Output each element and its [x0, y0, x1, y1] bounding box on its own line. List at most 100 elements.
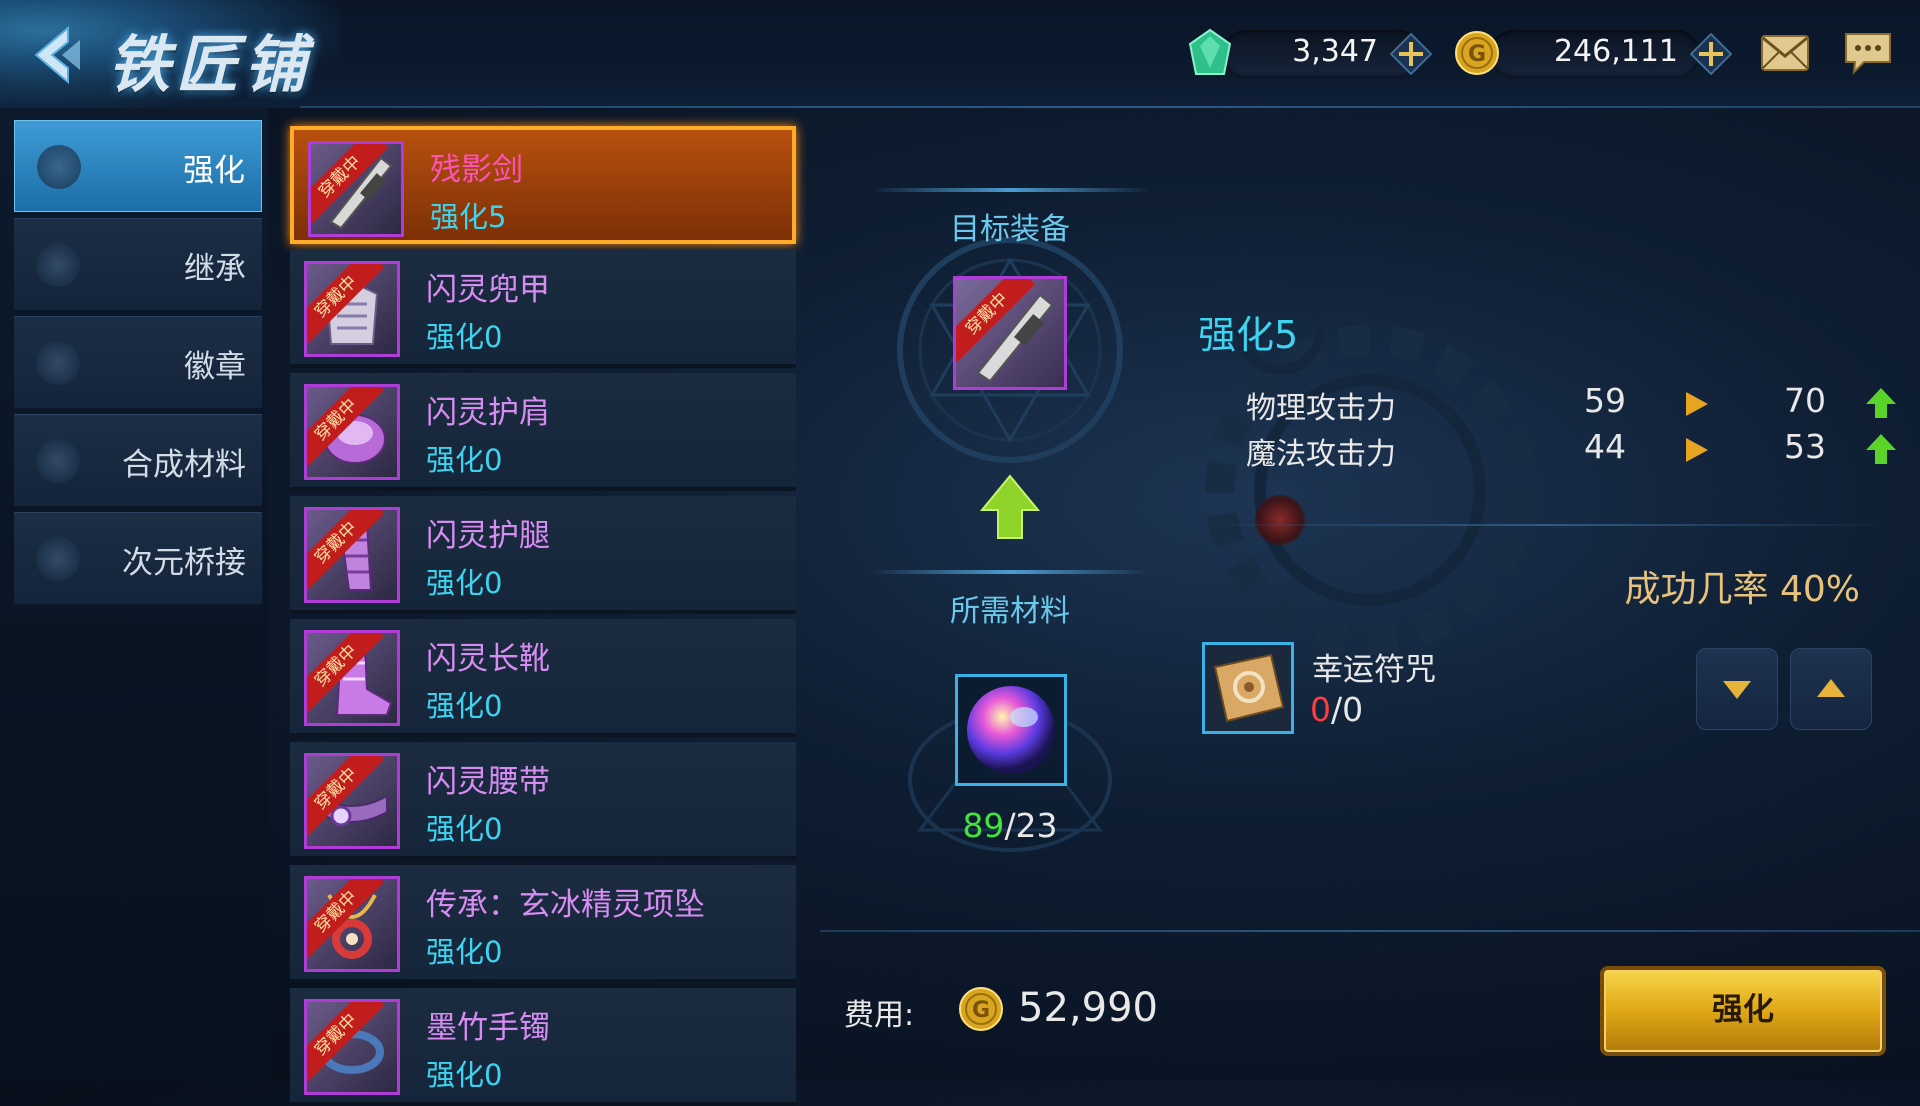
enhance-orb-icon	[967, 686, 1055, 774]
svg-text:G: G	[1468, 42, 1486, 67]
item-name: 闪灵护肩	[426, 395, 550, 431]
item-level: 强化0	[426, 1058, 503, 1092]
stat-next: 70	[1784, 381, 1826, 420]
leg-guard-icon: 穿戴中	[304, 507, 400, 603]
page-title: 铁匠铺	[108, 28, 313, 101]
charm-total: /0	[1331, 690, 1364, 729]
boots-icon: 穿戴中	[304, 630, 400, 726]
equipment-item[interactable]: 穿戴中 闪灵兜甲 强化0	[290, 250, 796, 368]
target-level: 强化5	[1198, 313, 1299, 357]
lucky-charm-icon	[1213, 653, 1285, 723]
equipment-item[interactable]: 穿戴中 墨竹手镯 强化0	[290, 988, 796, 1106]
tab-badge[interactable]: 徽章	[14, 316, 262, 408]
tab-inherit[interactable]: 继承	[14, 218, 262, 310]
section-divider	[870, 570, 1150, 574]
material-count: 89/23	[940, 806, 1080, 845]
item-name: 传承：玄冰精灵项坠	[426, 887, 705, 923]
mail-icon[interactable]	[1760, 34, 1810, 72]
cost-value: 52,990	[1018, 985, 1158, 1031]
enhance-tab-icon	[37, 145, 81, 189]
add-gems-button[interactable]	[1390, 33, 1432, 75]
triangle-down-icon	[1723, 681, 1751, 699]
item-level: 强化0	[426, 689, 503, 723]
stat-label: 物理攻击力	[1246, 391, 1396, 426]
enhance-button[interactable]: 强化	[1600, 966, 1886, 1056]
item-name: 闪灵护腿	[426, 518, 550, 554]
gold-amount: 246,111	[1553, 34, 1678, 69]
materials-tab-icon	[36, 439, 80, 483]
charm-used: 0	[1310, 690, 1331, 729]
gold-coin-icon: G	[959, 987, 1003, 1031]
header-divider	[300, 106, 1920, 108]
item-name: 闪灵兜甲	[426, 272, 550, 308]
decrease-charm-button[interactable]	[1696, 648, 1778, 730]
cost-label: 费用:	[844, 998, 915, 1033]
item-level: 强化0	[426, 812, 503, 846]
sword-icon: 穿戴中	[308, 141, 404, 237]
material-required: /23	[1004, 806, 1058, 845]
item-level: 强化0	[426, 566, 503, 600]
success-label: 成功几率	[1624, 569, 1769, 610]
stats-divider	[1196, 524, 1896, 526]
arrow-right-icon	[1686, 392, 1708, 416]
equipment-item[interactable]: 穿戴中 闪灵护腿 强化0	[290, 496, 796, 614]
section-divider	[870, 188, 1150, 192]
item-name: 残影剑	[430, 152, 523, 188]
add-gold-button[interactable]	[1690, 33, 1732, 75]
equipment-item[interactable]: 穿戴中 闪灵护肩 强化0	[290, 373, 796, 491]
tab-label: 徽章	[184, 349, 246, 385]
badge-tab-icon	[36, 341, 80, 385]
necklace-icon: 穿戴中	[304, 876, 400, 972]
equipment-item[interactable]: 穿戴中 残影剑 强化5	[290, 126, 796, 244]
gem-amount: 3,347	[1292, 34, 1378, 69]
stat-current: 44	[1584, 427, 1626, 466]
material-owned: 89	[962, 806, 1005, 845]
target-equipment-slot[interactable]: 穿戴中	[953, 276, 1067, 390]
equipment-list: 穿戴中 残影剑 强化5 穿戴中 闪灵兜甲 强化0 穿戴中 闪灵护肩 强化0 穿戴…	[290, 122, 796, 1106]
upgrade-arrow-icon	[980, 474, 1040, 539]
item-level: 强化0	[426, 443, 503, 477]
shoulder-guard-icon: 穿戴中	[304, 384, 400, 480]
tab-label: 强化	[183, 153, 245, 189]
charm-count: 0/0	[1310, 690, 1363, 729]
item-name: 闪灵长靴	[426, 641, 550, 677]
gem-icon	[1188, 28, 1232, 75]
equipment-item[interactable]: 穿戴中 闪灵腰带 强化0	[290, 742, 796, 860]
arrow-right-icon	[1686, 438, 1708, 462]
item-level: 强化5	[430, 200, 507, 234]
stat-label: 魔法攻击力	[1246, 437, 1396, 472]
equipment-item[interactable]: 穿戴中 传承：玄冰精灵项坠 强化0	[290, 865, 796, 983]
stat-increase-icon	[1866, 388, 1896, 418]
stat-current: 59	[1584, 381, 1626, 420]
tab-craft-materials[interactable]: 合成材料	[14, 414, 262, 506]
charm-slot[interactable]	[1202, 642, 1294, 734]
armor-icon: 穿戴中	[304, 261, 400, 357]
success-rate: 成功几率 40%	[1620, 560, 1860, 612]
triangle-up-icon	[1817, 679, 1845, 697]
belt-icon: 穿戴中	[304, 753, 400, 849]
item-name: 墨竹手镯	[426, 1010, 550, 1046]
inherit-tab-icon	[36, 243, 80, 287]
item-level: 强化0	[426, 935, 503, 969]
equipment-item[interactable]: 穿戴中 闪灵长靴 强化0	[290, 619, 796, 737]
materials-section-title: 所需材料	[950, 594, 1070, 629]
item-name: 闪灵腰带	[426, 764, 550, 800]
stat-next: 53	[1784, 427, 1826, 466]
bridge-tab-icon	[36, 537, 80, 581]
footer-divider	[820, 930, 1920, 932]
tab-enhance[interactable]: 强化	[14, 120, 262, 212]
red-gem-decoration	[1255, 495, 1305, 545]
item-level: 强化0	[426, 320, 503, 354]
back-arrow-icon[interactable]	[18, 20, 88, 90]
success-value: 40%	[1779, 569, 1860, 610]
bracelet-icon: 穿戴中	[304, 999, 400, 1095]
stat-increase-icon	[1866, 434, 1896, 464]
svg-text:G: G	[972, 998, 990, 1023]
target-section-title: 目标装备	[950, 212, 1070, 247]
tab-dimension-bridge[interactable]: 次元桥接	[14, 512, 262, 604]
tab-label: 次元桥接	[122, 545, 246, 581]
chat-icon[interactable]	[1842, 30, 1894, 76]
increase-charm-button[interactable]	[1790, 648, 1872, 730]
tab-label: 合成材料	[122, 447, 246, 483]
material-slot[interactable]	[955, 674, 1067, 786]
